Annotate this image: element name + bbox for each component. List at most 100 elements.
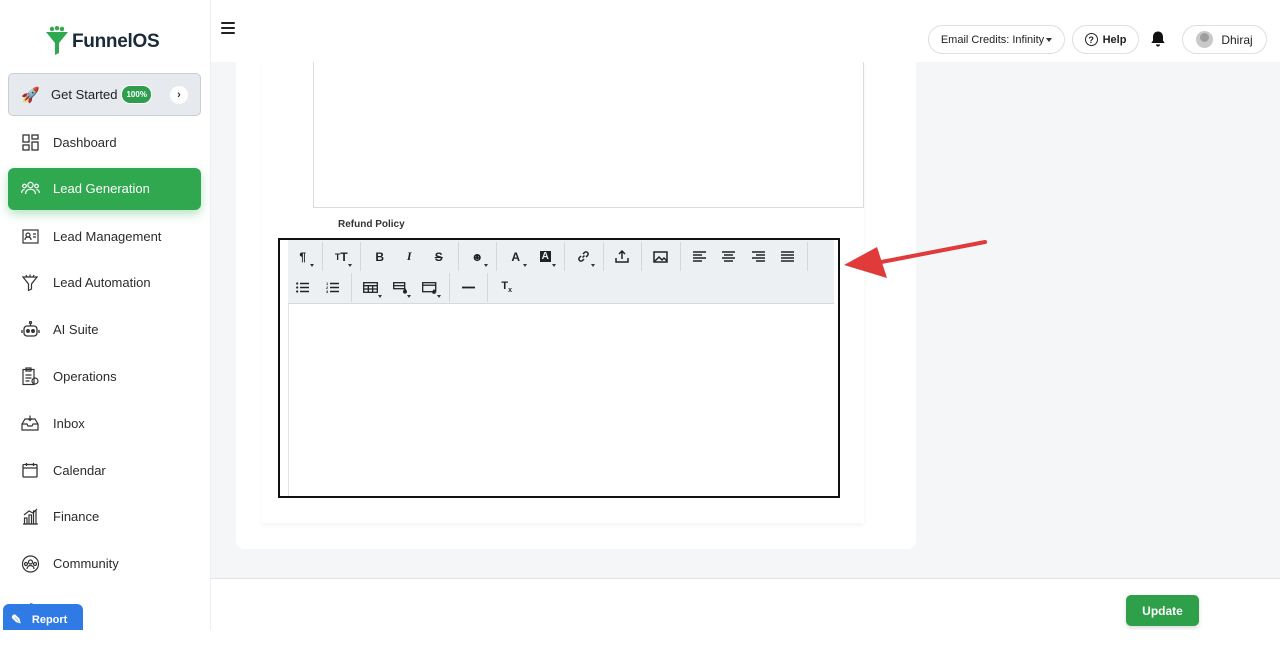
bell-icon[interactable] [1149, 30, 1167, 48]
chevron-right-icon[interactable]: › [170, 86, 188, 104]
refund-policy-label: Refund Policy [338, 219, 405, 230]
menu-toggle-icon[interactable] [221, 22, 235, 34]
editor-toolbar: ¶ TT B I S ☻ A A 1 2 3 Tx [288, 240, 834, 304]
toolbar-row-1: ¶ TT B I S ☻ A A [288, 241, 812, 272]
refund-policy-editor: ¶ TT B I S ☻ A A 1 2 3 Tx [278, 238, 840, 498]
upload-icon[interactable] [608, 244, 638, 270]
sidebar-item-lead-management[interactable]: Lead Management [8, 213, 201, 260]
help-label: Help [1102, 33, 1127, 46]
toolbar-divider [360, 242, 361, 271]
toolbar-divider [564, 242, 565, 271]
sidebar-item-operations[interactable]: Operations [8, 353, 201, 400]
table-icon[interactable] [356, 275, 386, 301]
previous-editor-body[interactable] [313, 62, 864, 208]
align-justify-icon[interactable] [773, 244, 803, 270]
bottom-strip [0, 630, 1280, 650]
app-root: FunnelOS 🚀 Get Started 100% › Dashboard … [0, 0, 1280, 650]
question-icon: ? [1084, 33, 1098, 46]
get-started-label: Get Started [51, 87, 118, 102]
main-content: Refund Policy ¶ TT B I S ☻ A A 1 2 3 Tx [211, 62, 1280, 578]
clear-formatting-icon[interactable]: Tx [492, 275, 522, 301]
sidebar-item-label: Operations [53, 369, 117, 385]
email-credits-label: Email Credits: Infinity [940, 33, 1045, 46]
toolbar-divider [457, 242, 459, 271]
image-icon[interactable] [646, 244, 676, 270]
sidebar: FunnelOS 🚀 Get Started 100% › Dashboard … [0, 0, 211, 630]
sidebar-nav: Dashboard Lead Generation Lead Managemen… [8, 119, 201, 630]
align-left-icon[interactable] [685, 244, 715, 270]
align-center-icon[interactable] [714, 244, 744, 270]
paragraph-format-icon[interactable]: ¶ [288, 244, 318, 270]
calendar-icon [20, 460, 40, 480]
caret-down-icon [1046, 37, 1053, 42]
toolbar-divider [602, 242, 604, 271]
sidebar-item-lead-generation[interactable]: Lead Generation [8, 167, 201, 210]
report-button[interactable]: ✎ Report [3, 604, 83, 630]
sidebar-item-ai-suite[interactable]: AI Suite [8, 306, 201, 353]
cell-style-icon[interactable] [386, 275, 416, 301]
ordered-list-icon[interactable]: 123 [318, 275, 348, 301]
toolbar-divider [679, 242, 681, 271]
emoticons-icon[interactable]: ☻ [463, 244, 493, 270]
email-credits-dropdown[interactable]: Email Credits: Infinity [928, 25, 1065, 54]
italic-icon[interactable]: I [395, 244, 425, 270]
update-button[interactable]: Update [1126, 595, 1199, 626]
toolbar-divider [487, 273, 488, 302]
toolbar-divider [351, 273, 352, 302]
sidebar-item-label: Dashboard [53, 134, 117, 150]
avatar [1196, 31, 1214, 48]
sidebar-item-label: Lead Management [53, 228, 162, 244]
align-right-icon[interactable] [744, 244, 774, 270]
svg-text:3: 3 [326, 289, 329, 293]
sidebar-item-finance[interactable]: Finance [8, 494, 201, 541]
funnel-icon [20, 273, 40, 293]
sidebar-item-lead-automation[interactable]: Lead Automation [8, 260, 201, 307]
funnel-logo-icon [46, 26, 68, 55]
page-footer: Update [211, 578, 1280, 630]
top-bar: Email Credits: Infinity ? Help Dhiraj [211, 0, 1280, 62]
inbox-icon [20, 413, 40, 433]
brand-logo[interactable]: FunnelOS [44, 20, 170, 64]
sidebar-item-community[interactable]: Community [8, 540, 201, 587]
clipboard-icon [20, 367, 40, 387]
text-color-icon[interactable]: A [501, 244, 531, 270]
users-icon [20, 179, 40, 199]
background-color-icon[interactable]: A [531, 244, 561, 270]
sidebar-item-label: Community [53, 556, 119, 572]
community-icon [20, 554, 40, 574]
brand-name: FunnelOS [72, 31, 160, 52]
progress-badge: 100% [121, 85, 152, 104]
toolbar-divider [448, 273, 450, 302]
font-size-icon[interactable]: TT [327, 244, 357, 270]
sidebar-item-dashboard[interactable]: Dashboard [8, 119, 201, 166]
bold-icon[interactable]: B [365, 244, 395, 270]
help-button[interactable]: ? Help [1072, 25, 1139, 54]
strikethrough-icon[interactable]: S [424, 244, 454, 270]
sidebar-item-label: AI Suite [53, 322, 99, 338]
red-arrow-icon [844, 240, 987, 278]
sidebar-item-label: Lead Generation [53, 181, 150, 197]
toolbar-divider [806, 242, 808, 271]
sidebar-item-inbox[interactable]: Inbox [8, 400, 201, 447]
table-style-icon[interactable] [415, 275, 445, 301]
robot-icon [20, 320, 40, 340]
sidebar-item-calendar[interactable]: Calendar [8, 447, 201, 494]
link-icon[interactable] [569, 244, 599, 270]
toolbar-divider [641, 242, 642, 271]
sidebar-item-label: Finance [53, 509, 100, 525]
toolbar-divider [496, 242, 497, 271]
report-label: Report [31, 614, 68, 626]
horizontal-line-icon[interactable] [454, 275, 484, 301]
toolbar-divider [321, 242, 323, 271]
refund-policy-input[interactable] [288, 304, 834, 496]
get-started-card[interactable]: 🚀 Get Started 100% › [8, 73, 201, 116]
address-card-icon [20, 226, 40, 246]
user-name: Dhiraj [1221, 32, 1253, 47]
unordered-list-icon[interactable] [288, 275, 318, 301]
user-menu[interactable]: Dhiraj [1182, 25, 1267, 54]
toolbar-row-2: 123 Tx [288, 272, 522, 303]
rocket-icon: 🚀 [21, 86, 40, 104]
pencil-icon: ✎ [11, 612, 22, 627]
sidebar-item-label: Lead Automation [53, 275, 151, 291]
dashboard-icon [20, 132, 40, 152]
